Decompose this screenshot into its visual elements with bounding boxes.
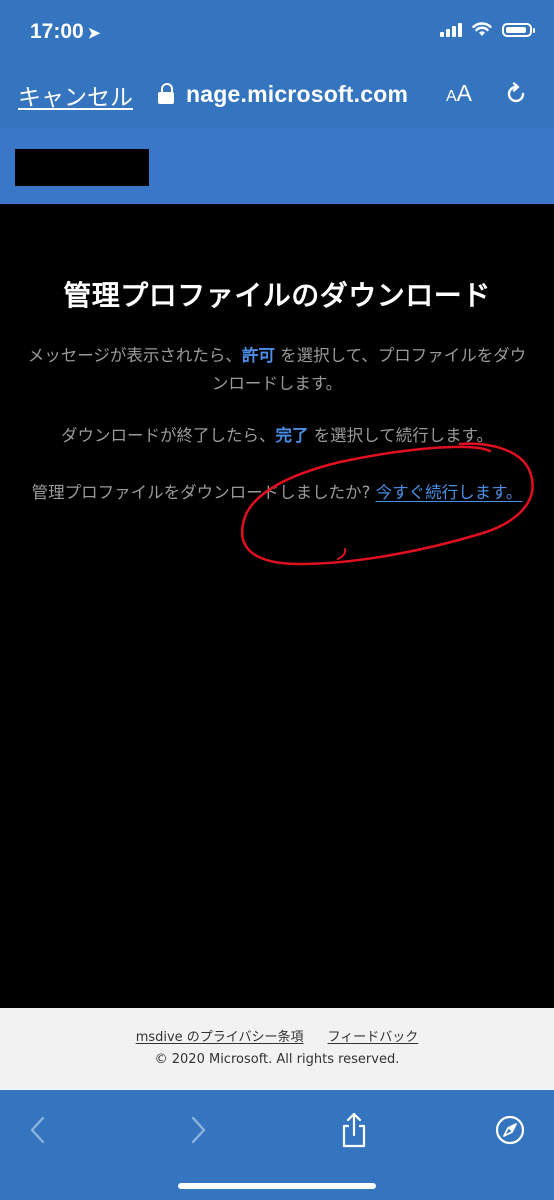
safari-button[interactable]: [490, 1110, 530, 1150]
forward-button[interactable]: [178, 1110, 218, 1150]
redacted-logo: [15, 149, 149, 186]
status-time: 17:00 ➤: [30, 20, 101, 43]
main-content: 管理プロファイルのダウンロード メッセージが表示されたら、許可 を選択して、プロ…: [0, 204, 554, 1008]
footer-links: msdive のプライバシー条項 フィードバック: [0, 1026, 554, 1045]
lock-icon: [158, 83, 174, 105]
status-indicators: [440, 22, 535, 37]
text-size-button[interactable]: AA: [446, 80, 472, 107]
share-icon: [342, 1112, 366, 1148]
chevron-right-icon: [191, 1116, 206, 1144]
copyright-text: © 2020 Microsoft. All rights reserved.: [154, 1052, 400, 1067]
wifi-icon: [472, 22, 492, 36]
home-indicator: [178, 1183, 376, 1189]
cancel-button[interactable]: キャンセル: [18, 78, 133, 112]
done-highlight: 完了: [275, 426, 309, 445]
compass-icon: [495, 1115, 525, 1145]
url-text: nage.microsoft.com: [186, 80, 409, 107]
share-button[interactable]: [334, 1110, 374, 1150]
reload-icon[interactable]: [504, 82, 528, 106]
battery-icon: [502, 22, 535, 37]
site-header: [0, 128, 554, 204]
privacy-link[interactable]: msdive のプライバシー条項: [136, 1030, 304, 1045]
browser-nav-bar: キャンセル nage.microsoft.com AA: [0, 64, 554, 128]
page-footer: msdive のプライバシー条項 フィードバック © 2020 Microsoft…: [0, 1008, 554, 1090]
red-circle-annotation: [240, 442, 534, 566]
cellular-signal-icon: [440, 22, 462, 37]
back-button[interactable]: [18, 1110, 58, 1150]
page-title: 管理プロファイルのダウンロード: [63, 279, 491, 312]
instruction-continue: 管理プロファイルをダウンロードしましたか? 今すぐ続行します。: [31, 483, 523, 502]
location-arrow-icon: ➤: [87, 25, 101, 42]
address-bar[interactable]: nage.microsoft.com: [158, 76, 408, 112]
instruction-done: ダウンロードが終了したら、完了 を選択して続行します。: [60, 426, 494, 445]
chevron-left-icon: [30, 1116, 45, 1144]
allow-highlight: 許可: [241, 346, 275, 365]
feedback-link[interactable]: フィードバック: [328, 1030, 419, 1045]
instruction-allow: メッセージが表示されたら、許可 を選択して、プロファイルをダウンロードします。: [27, 346, 527, 393]
continue-now-link[interactable]: 今すぐ続行します。: [376, 483, 523, 502]
status-bar: 17:00 ➤: [0, 0, 554, 64]
